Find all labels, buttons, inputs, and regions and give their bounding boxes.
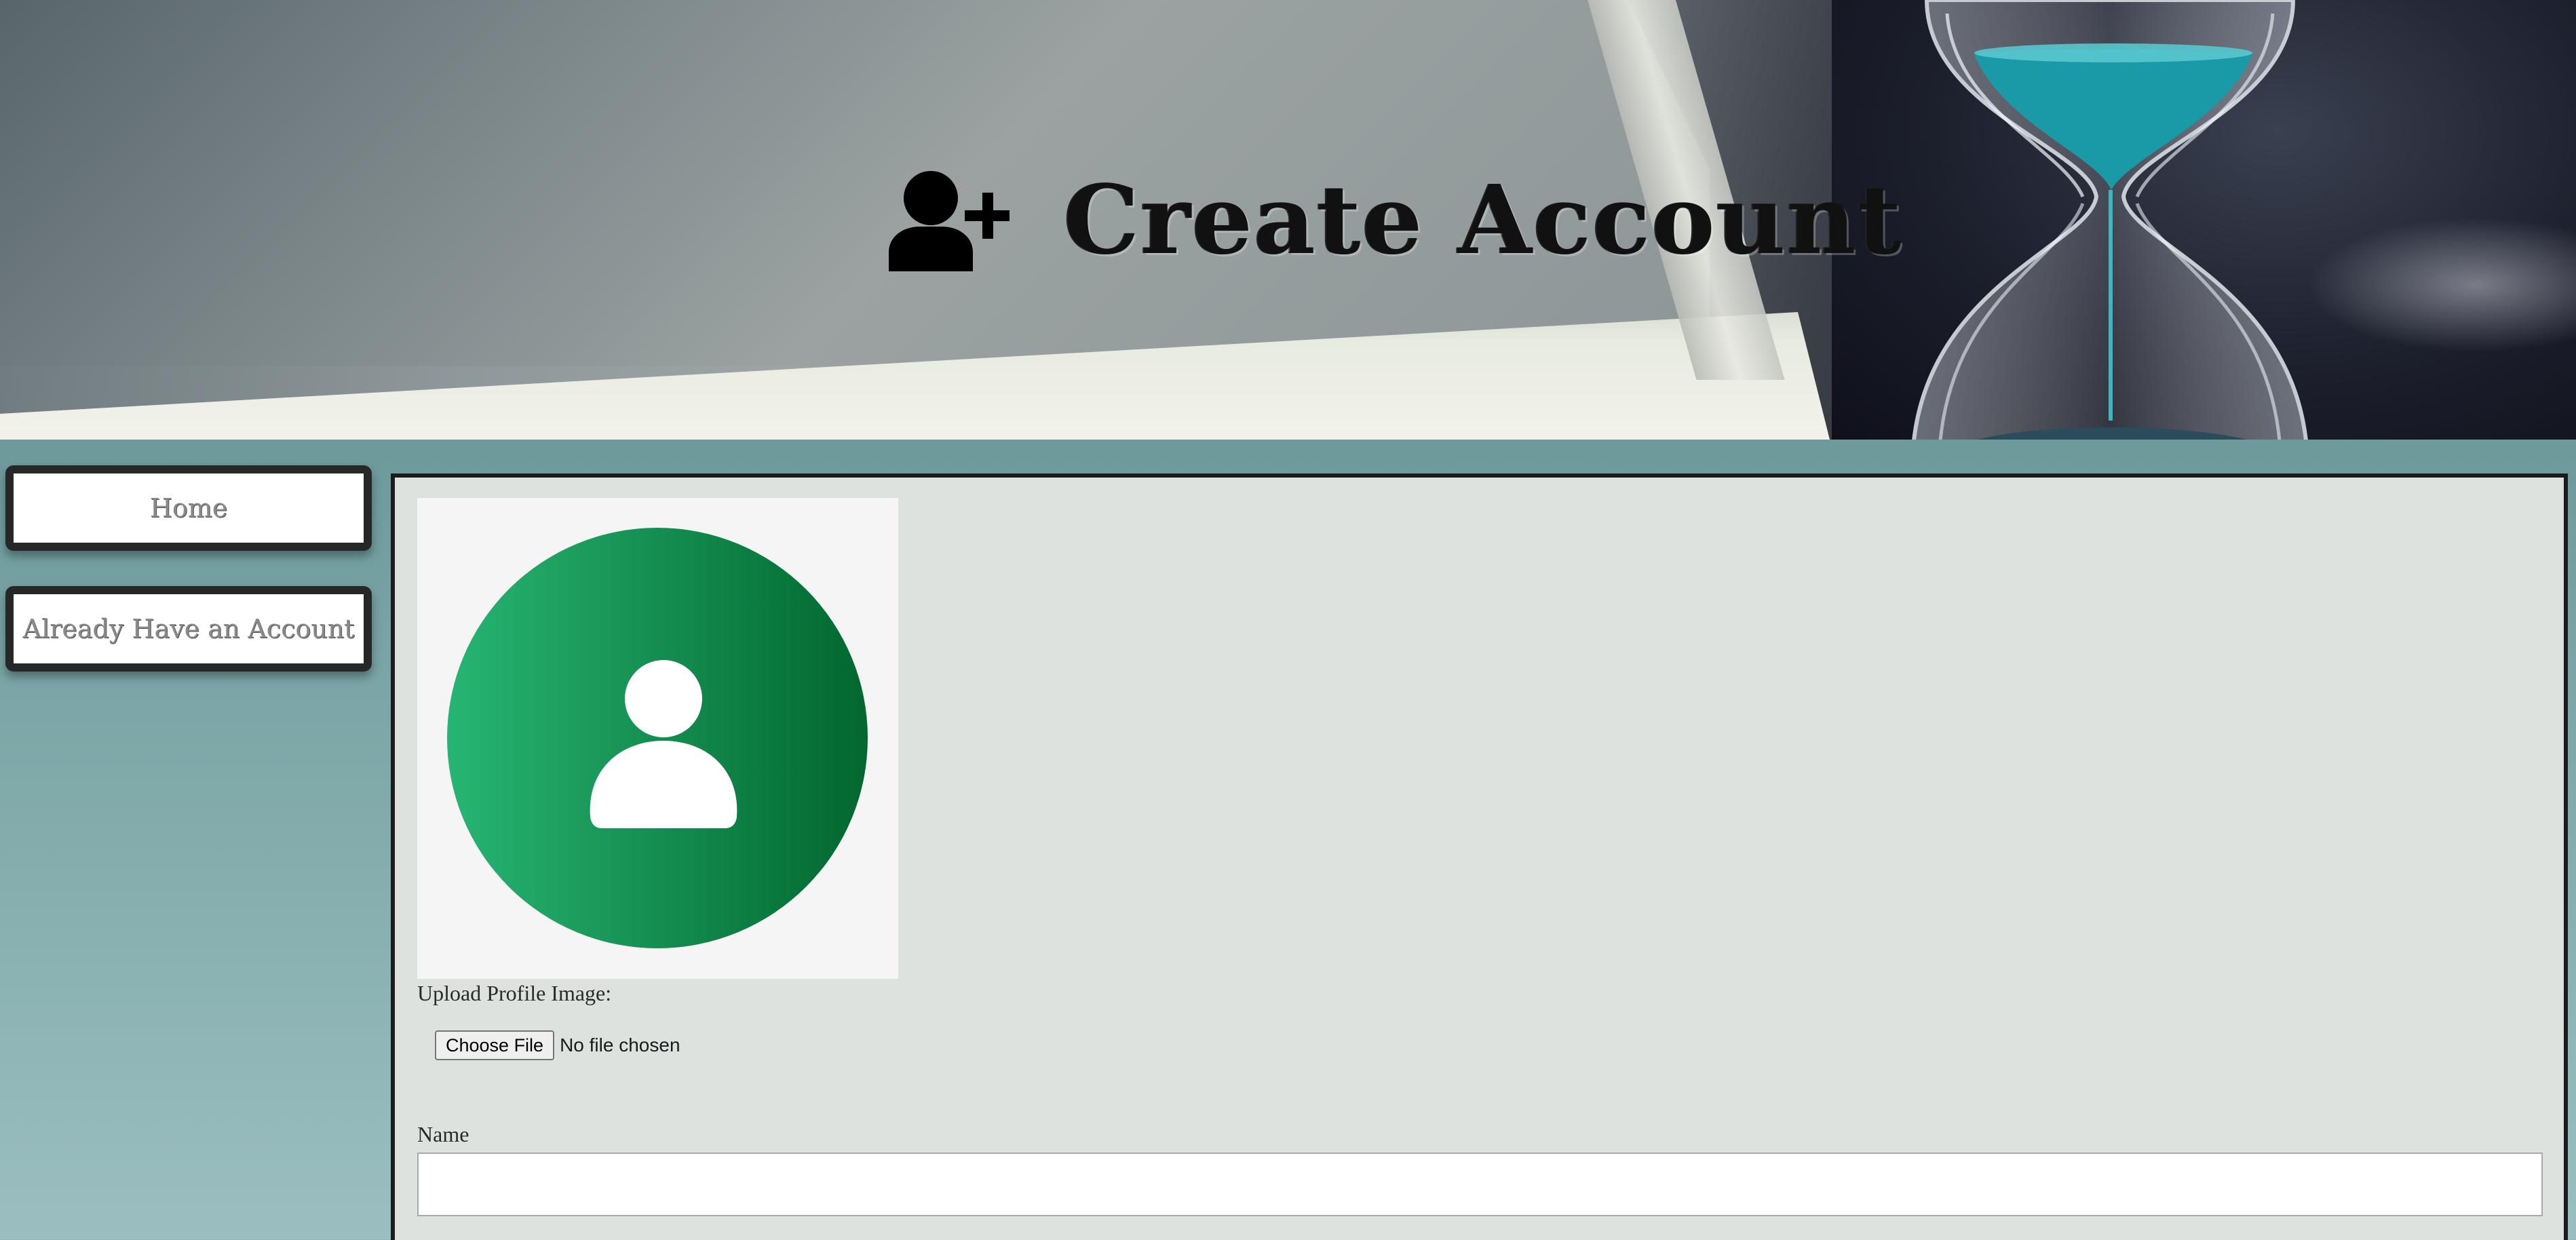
upload-profile-image-label: Upload Profile Image: [417,981,612,1005]
name-input[interactable] [417,1152,2543,1216]
file-status-text: No file chosen [560,1034,680,1055]
page-header: Create Account [889,163,1902,278]
profile-image-preview [417,498,898,979]
file-upload-control: Choose File No file chosen [435,1030,680,1060]
user-avatar-icon [447,528,868,948]
hourglass-image [1912,0,2308,440]
user-plus-icon [889,171,1010,271]
already-have-account-button[interactable]: Already Have an Account [5,586,372,672]
name-label: Name [417,1122,469,1146]
sidebar: Home Already Have an Account [5,465,372,707]
choose-file-button[interactable]: Choose File [435,1030,555,1060]
page-title: Create Account [1064,165,1903,276]
create-account-form: Upload Profile Image: Choose File No fil… [391,473,2568,1240]
home-button[interactable]: Home [5,465,372,551]
header-banner: Create Account [0,0,2576,440]
